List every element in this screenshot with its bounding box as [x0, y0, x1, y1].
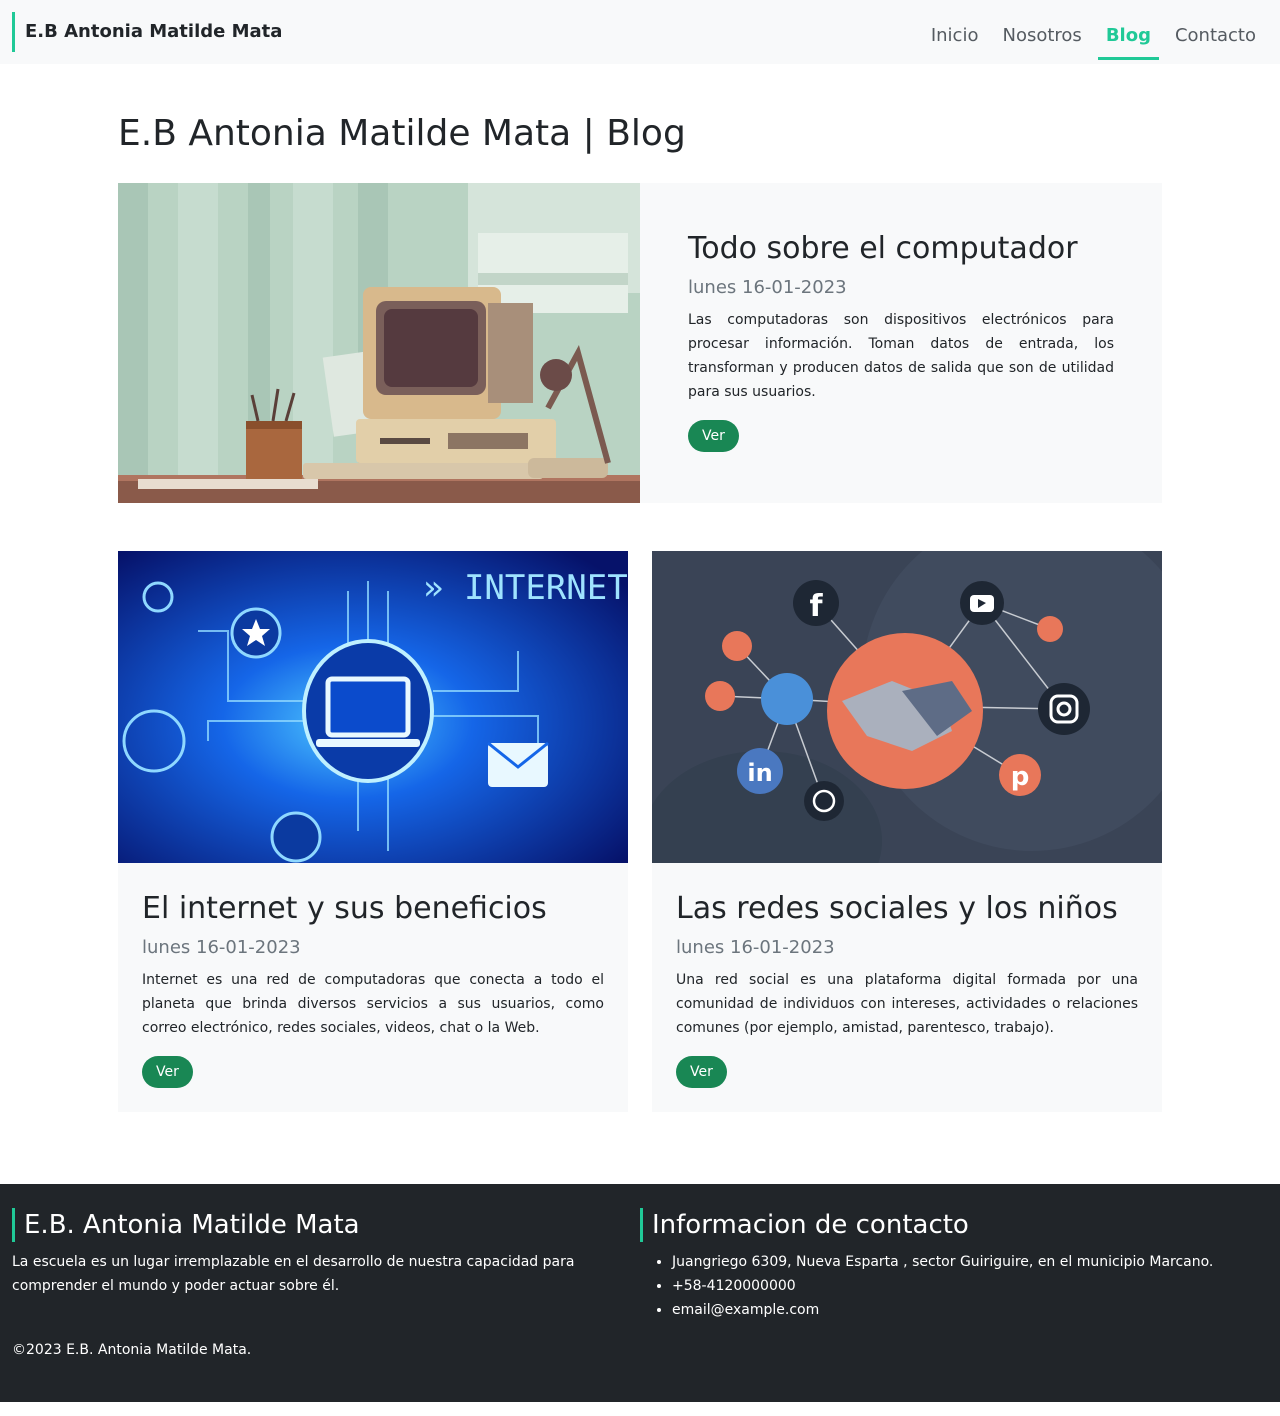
post-date: lunes 16-01-2023 — [688, 277, 847, 299]
internet-image: » INTERNET « — [118, 551, 628, 864]
post-excerpt: Las computadoras son dispositivos electr… — [688, 312, 1114, 401]
brand-logo[interactable]: E.B Antonia Matilde Mata — [12, 12, 282, 52]
footer-about: E.B. Antonia Matilde Mata La escuela es … — [12, 1208, 640, 1322]
post-excerpt: Una red social es una plataforma digital… — [676, 972, 1138, 1037]
copyright: ©2023 E.B. Antonia Matilde Mata. — [12, 1342, 252, 1359]
nav-links: Inicio Nosotros Blog Contacto — [919, 0, 1268, 64]
contact-phone: +58-4120000000 — [672, 1274, 1268, 1298]
post-title: Las redes sociales y los niños — [676, 891, 1118, 927]
footer-about-title: E.B. Antonia Matilde Mata — [12, 1208, 640, 1243]
nav-link-nosotros[interactable]: Nosotros — [990, 4, 1093, 60]
featured-post-body: Todo sobre el computador lunes 16-01-202… — [640, 183, 1162, 503]
post-excerpt: Internet es una red de computadoras que … — [142, 972, 604, 1037]
post-card: » INTERNET « El internet y sus beneficio… — [118, 551, 628, 1113]
svg-text:in: in — [747, 759, 772, 787]
internet-image-label: » INTERNET « — [423, 568, 628, 608]
social-media-image: f p in — [652, 551, 1162, 864]
contact-address: Juangriego 6309, Nueva Esparta , sector … — [672, 1250, 1268, 1274]
post-date: lunes 16-01-2023 — [142, 937, 301, 959]
svg-text:f: f — [809, 589, 823, 624]
post-date: lunes 16-01-2023 — [676, 937, 835, 959]
main-content: E.B Antonia Matilde Mata | Blog Todo sob… — [118, 64, 1162, 1113]
view-post-button[interactable]: Ver — [688, 420, 739, 453]
footer-columns: E.B. Antonia Matilde Mata La escuela es … — [12, 1208, 1268, 1322]
page-title: E.B Antonia Matilde Mata | Blog — [118, 113, 686, 154]
contact-list: Juangriego 6309, Nueva Esparta , sector … — [640, 1250, 1268, 1322]
view-post-button[interactable]: Ver — [142, 1056, 193, 1089]
post-card: f p in Las redes sociales y los niños lu… — [652, 551, 1162, 1113]
post-title: Todo sobre el computador — [688, 231, 1078, 267]
svg-text:p: p — [1011, 762, 1030, 792]
footer-about-text: La escuela es un lugar irremplazable en … — [12, 1254, 575, 1295]
nav-link-contacto[interactable]: Contacto — [1163, 4, 1268, 60]
post-card-body: Las redes sociales y los niños lunes 16-… — [652, 863, 1162, 1112]
computer-image — [118, 183, 640, 504]
contact-email: email@example.com — [672, 1298, 1268, 1322]
posts-row: » INTERNET « El internet y sus beneficio… — [118, 551, 1162, 1113]
view-post-button[interactable]: Ver — [676, 1056, 727, 1089]
navbar: E.B Antonia Matilde Mata Inicio Nosotros… — [0, 0, 1280, 64]
nav-link-inicio[interactable]: Inicio — [919, 4, 991, 60]
post-title: El internet y sus beneficios — [142, 891, 547, 927]
post-card-body: El internet y sus beneficios lunes 16-01… — [118, 863, 628, 1112]
footer: E.B. Antonia Matilde Mata La escuela es … — [0, 1184, 1280, 1403]
featured-post: Todo sobre el computador lunes 16-01-202… — [118, 183, 1162, 504]
footer-contact-title: Informacion de contacto — [640, 1208, 1268, 1243]
footer-contact: Informacion de contacto Juangriego 6309,… — [640, 1208, 1268, 1322]
nav-link-blog[interactable]: Blog — [1097, 4, 1159, 60]
